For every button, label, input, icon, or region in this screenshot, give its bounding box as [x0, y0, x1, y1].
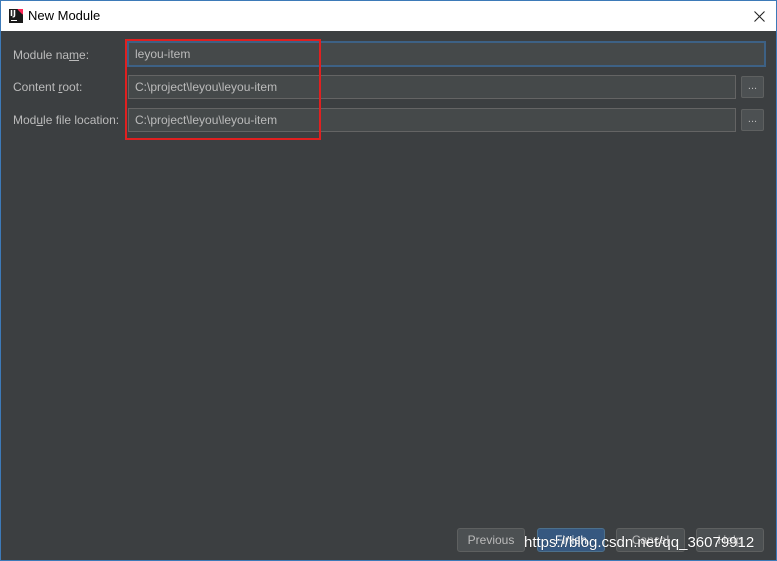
title-bar[interactable]: IJ New Module — [1, 1, 776, 31]
module-name-row: Module name: — [1, 42, 776, 68]
module-name-input[interactable] — [128, 42, 765, 66]
window-title: New Module — [28, 8, 101, 23]
new-module-dialog: IJ New Module Module name: Content root:… — [0, 0, 777, 561]
module-file-location-row: Module file location: ... — [1, 107, 776, 133]
close-icon — [753, 10, 765, 22]
help-button[interactable]: Help — [696, 528, 764, 552]
module-file-location-input[interactable] — [128, 108, 736, 132]
module-file-location-label: Module file location: — [13, 113, 120, 127]
cancel-button[interactable]: Cancel — [616, 528, 685, 552]
content-root-input[interactable] — [128, 75, 736, 99]
intellij-idea-icon: IJ — [9, 9, 23, 23]
close-button[interactable] — [746, 3, 772, 29]
module-name-label: Module name: — [13, 48, 90, 62]
content-root-browse-button[interactable]: ... — [741, 76, 764, 98]
content-root-label: Content root: — [13, 80, 83, 94]
content-root-row: Content root: ... — [1, 74, 776, 100]
dialog-content: Module name: Content root: ... Module fi… — [1, 31, 776, 560]
module-file-location-browse-button[interactable]: ... — [741, 109, 764, 131]
previous-button[interactable]: Previous — [457, 528, 525, 552]
finish-button[interactable]: Finish — [537, 528, 605, 552]
